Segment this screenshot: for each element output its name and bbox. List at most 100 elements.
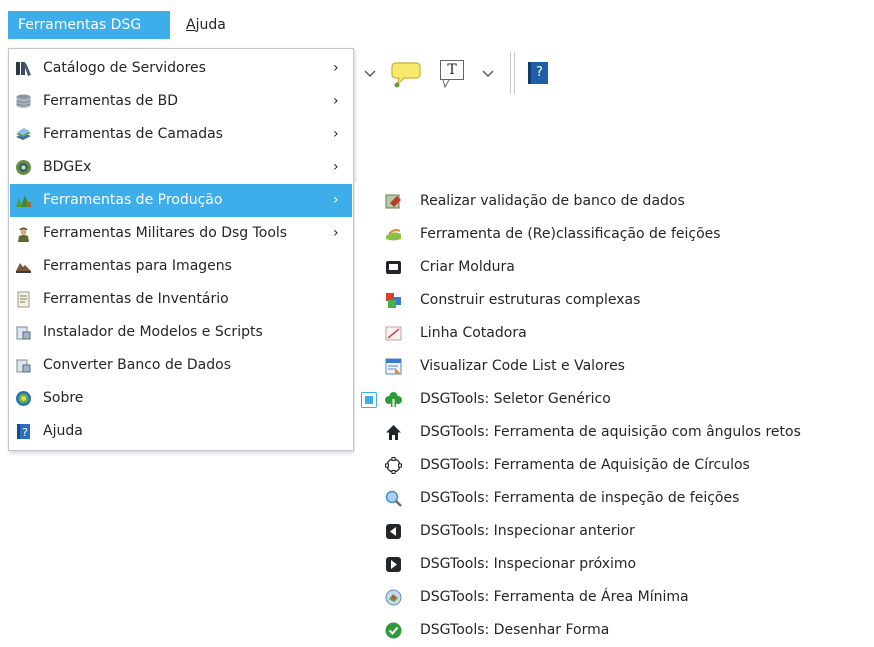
production-icon	[16, 195, 31, 207]
server-catalog-icon	[16, 62, 31, 76]
dimension-line-icon	[385, 326, 402, 341]
complex-structures-icon	[386, 293, 401, 308]
menu-item-ferramentas-bd[interactable]: Ferramentas de BD ›	[10, 85, 352, 118]
menu-ajuda[interactable]: Ajuda	[176, 11, 236, 39]
submenu-item-label: DSGTools: Ferramenta de aquisição com ân…	[420, 424, 801, 440]
installer-icon	[16, 326, 31, 340]
submenu-item-seletor-generico[interactable]: DSGTools: Seletor Genérico	[355, 383, 874, 416]
reclassify-icon	[386, 229, 401, 241]
menu-item-label: BDGEx	[43, 159, 92, 175]
speech-bubble-icon[interactable]	[390, 57, 422, 89]
menu-item-instalador-modelos[interactable]: Instalador de Modelos e Scripts	[10, 316, 352, 349]
inventory-icon	[17, 291, 30, 308]
layers-icon	[16, 128, 31, 140]
toolbar-separator	[514, 52, 515, 94]
menu-item-label: Converter Banco de Dados	[43, 357, 232, 373]
menu-item-sobre[interactable]: Sobre	[10, 382, 352, 415]
menu-item-label: Ajuda	[43, 423, 83, 439]
menu-item-ferramentas-militares[interactable]: Ferramentas Militares do Dsg Tools ›	[10, 217, 352, 250]
submenu-item-label: DSGTools: Ferramenta de Área Mínima	[420, 589, 689, 605]
menu-ajuda-mnemonic: A	[186, 17, 196, 33]
menu-item-catalogo-servidores[interactable]: Catálogo de Servidores ›	[10, 52, 352, 85]
menu-item-label: Ferramentas de Camadas	[43, 126, 223, 142]
submenu-item-reclassificacao[interactable]: Ferramenta de (Re)classificação de feiçõ…	[355, 218, 874, 251]
submenu-item-label: Realizar validação de banco de dados	[420, 193, 685, 209]
soldier-icon	[18, 227, 29, 242]
next-icon	[386, 557, 401, 572]
menu-item-label: Ferramentas de BD	[43, 93, 179, 109]
submenu-item-label: DSGTools: Inspecionar próximo	[420, 556, 637, 572]
submenu-item-criar-moldura[interactable]: Criar Moldura	[355, 251, 874, 284]
submenu-item-linha-cotadora[interactable]: Linha Cotadora	[355, 317, 874, 350]
text-annotation-tail	[442, 80, 450, 88]
submenu-item-desenhar-forma[interactable]: DSGTools: Desenhar Forma	[355, 614, 874, 647]
menu-item-converter-banco[interactable]: Converter Banco de Dados	[10, 349, 352, 382]
submenu-item-label: DSGTools: Seletor Genérico	[420, 391, 611, 407]
menu-item-label: Catálogo de Servidores	[43, 60, 206, 76]
ferramentas-dsg-menu: Catálogo de Servidores › Ferramentas de …	[8, 48, 354, 451]
previous-icon	[386, 524, 401, 539]
submenu-item-inspecionar-anterior[interactable]: DSGTools: Inspecionar anterior	[355, 515, 874, 548]
menu-item-label: Ferramentas Militares do Dsg Tools	[43, 225, 288, 241]
convert-db-icon	[16, 359, 31, 373]
submenu-item-validacao[interactable]: Realizar validação de banco de dados	[355, 185, 874, 218]
help-book-icon[interactable]: ?	[528, 62, 548, 84]
menu-item-ferramentas-camadas[interactable]: Ferramentas de Camadas ›	[10, 118, 352, 151]
submenu-item-label: DSGTools: Ferramenta de inspeção de feiç…	[420, 490, 740, 506]
draw-shape-icon	[385, 622, 402, 639]
menu-item-label: Ferramentas de Inventário	[43, 291, 229, 307]
submenu-item-inspecionar-proximo[interactable]: DSGTools: Inspecionar próximo	[355, 548, 874, 581]
minimum-area-icon	[385, 589, 402, 606]
submenu-arrow-icon: ›	[333, 93, 339, 109]
menu-item-label: Sobre	[43, 390, 84, 406]
checked-checkbox[interactable]	[361, 392, 377, 408]
menu-item-label: Ferramentas para Imagens	[43, 258, 232, 274]
submenu-arrow-icon: ›	[333, 159, 339, 175]
bdgex-icon	[16, 160, 31, 175]
submenu-item-estruturas-complexas[interactable]: Construir estruturas complexas	[355, 284, 874, 317]
circle-icon	[385, 457, 402, 474]
menu-item-label: Ferramentas de Produção	[43, 192, 223, 208]
text-annotation-icon[interactable]: T	[440, 60, 464, 80]
validation-icon	[385, 194, 401, 209]
menu-item-ferramentas-inventario[interactable]: Ferramentas de Inventário	[10, 283, 352, 316]
submenu-arrow-icon: ›	[333, 60, 339, 76]
generic-selector-icon	[385, 392, 402, 407]
menu-item-bdgex[interactable]: BDGEx ›	[10, 151, 352, 184]
submenu-item-label: Criar Moldura	[420, 259, 515, 275]
menu-item-label: Instalador de Modelos e Scripts	[43, 324, 263, 340]
submenu-item-circulos[interactable]: DSGTools: Ferramenta de Aquisição de Cír…	[355, 449, 874, 482]
submenu-item-label: DSGTools: Desenhar Forma	[420, 622, 610, 638]
menu-item-ferramentas-imagens[interactable]: Ferramentas para Imagens	[10, 250, 352, 283]
submenu-item-label: DSGTools: Inspecionar anterior	[420, 523, 635, 539]
producao-submenu: Realizar validação de banco de dados Fer…	[355, 182, 874, 644]
submenu-item-area-minima[interactable]: DSGTools: Ferramenta de Área Mínima	[355, 581, 874, 614]
chevron-down-icon[interactable]	[364, 70, 376, 78]
text-annotation-glyph: T	[447, 62, 457, 78]
submenu-item-label: Construir estruturas complexas	[420, 292, 641, 308]
menu-item-ajuda[interactable]: ? Ajuda	[10, 415, 352, 448]
frame-icon	[386, 261, 401, 274]
submenu-item-label: Visualizar Code List e Valores	[420, 358, 625, 374]
code-list-icon	[385, 358, 402, 375]
submenu-arrow-icon: ›	[333, 225, 339, 241]
submenu-item-code-list[interactable]: Visualizar Code List e Valores	[355, 350, 874, 383]
image-tools-icon	[16, 263, 31, 273]
submenu-item-angulos-retos[interactable]: DSGTools: Ferramenta de aquisição com ân…	[355, 416, 874, 449]
submenu-arrow-icon: ›	[333, 192, 339, 208]
submenu-item-inspecao-feicoes[interactable]: DSGTools: Ferramenta de inspeção de feiç…	[355, 482, 874, 515]
right-angle-icon	[386, 425, 401, 440]
menu-bar: Ferramentas DSG Ajuda	[0, 0, 874, 44]
help-book-icon: ?	[17, 424, 30, 439]
magnifier-icon	[385, 490, 402, 507]
menu-item-ferramentas-producao[interactable]: Ferramentas de Produção ›	[10, 184, 352, 217]
svg-text:?: ?	[22, 426, 28, 439]
toolbar-separator	[510, 52, 511, 94]
menu-ferramentas-dsg[interactable]: Ferramentas DSG	[8, 11, 170, 39]
chevron-down-icon[interactable]	[482, 70, 494, 78]
checkbox-fill	[365, 396, 373, 404]
menu-ferramentas-dsg-label: Ferramentas DSG	[18, 17, 142, 33]
submenu-arrow-icon: ›	[333, 126, 339, 142]
submenu-item-label: DSGTools: Ferramenta de Aquisição de Cír…	[420, 457, 750, 473]
menu-ajuda-label: juda	[195, 17, 226, 33]
